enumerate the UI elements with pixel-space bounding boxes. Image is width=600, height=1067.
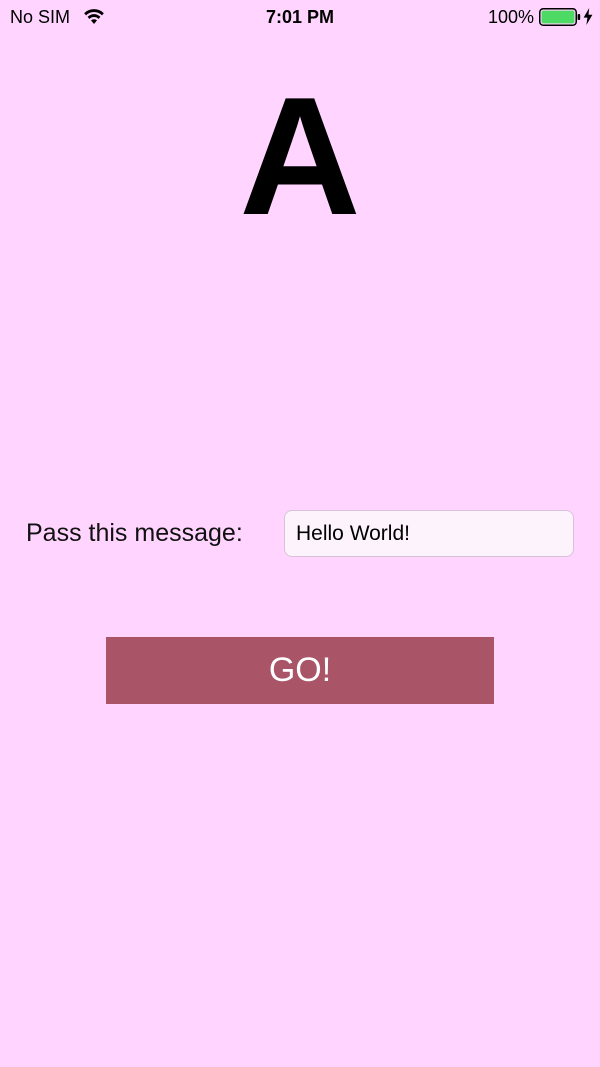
screen-title-letter: A <box>239 62 361 250</box>
status-bar: No SIM 7:01 PM 100% <box>0 0 600 34</box>
battery-percentage: 100% <box>487 7 534 27</box>
message-input[interactable] <box>284 510 574 557</box>
go-button[interactable]: GO! <box>106 637 494 704</box>
battery-full-icon <box>539 8 581 26</box>
message-label: Pass this message: <box>26 519 243 547</box>
charging-bolt-icon <box>583 8 593 25</box>
